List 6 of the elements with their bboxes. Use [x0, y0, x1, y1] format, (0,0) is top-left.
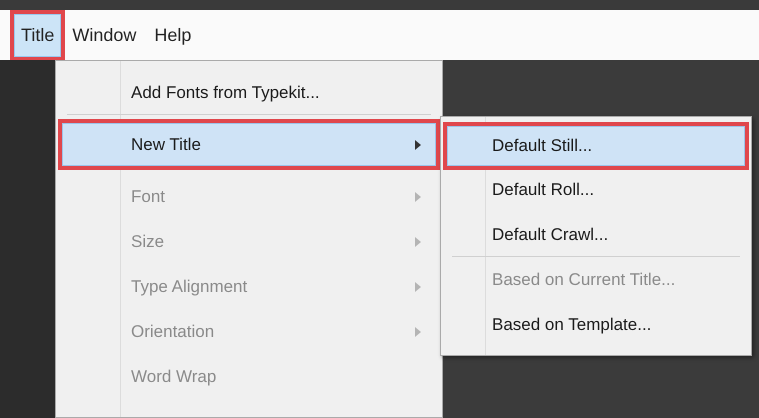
menu-item[interactable]: Default Roll...: [447, 169, 745, 211]
menu-item[interactable]: Add Fonts from Typekit...: [62, 71, 436, 114]
menu-bar-item[interactable]: Help: [147, 14, 198, 56]
menu-item[interactable]: Default Crawl...: [447, 214, 745, 256]
menu-item[interactable]: Based on Template...: [447, 304, 745, 346]
menu-bar-item[interactable]: Window: [65, 14, 144, 56]
